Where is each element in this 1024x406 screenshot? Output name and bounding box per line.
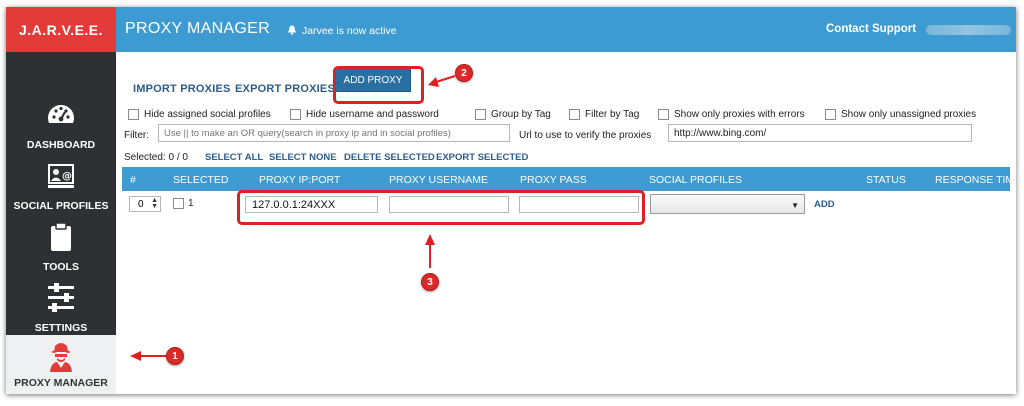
annotation-badge-3: 3 — [421, 273, 439, 291]
annotation-badge-1: 1 — [166, 347, 184, 365]
annotation-arrows — [130, 75, 456, 361]
annotation-badge-2: 2 — [455, 64, 473, 82]
